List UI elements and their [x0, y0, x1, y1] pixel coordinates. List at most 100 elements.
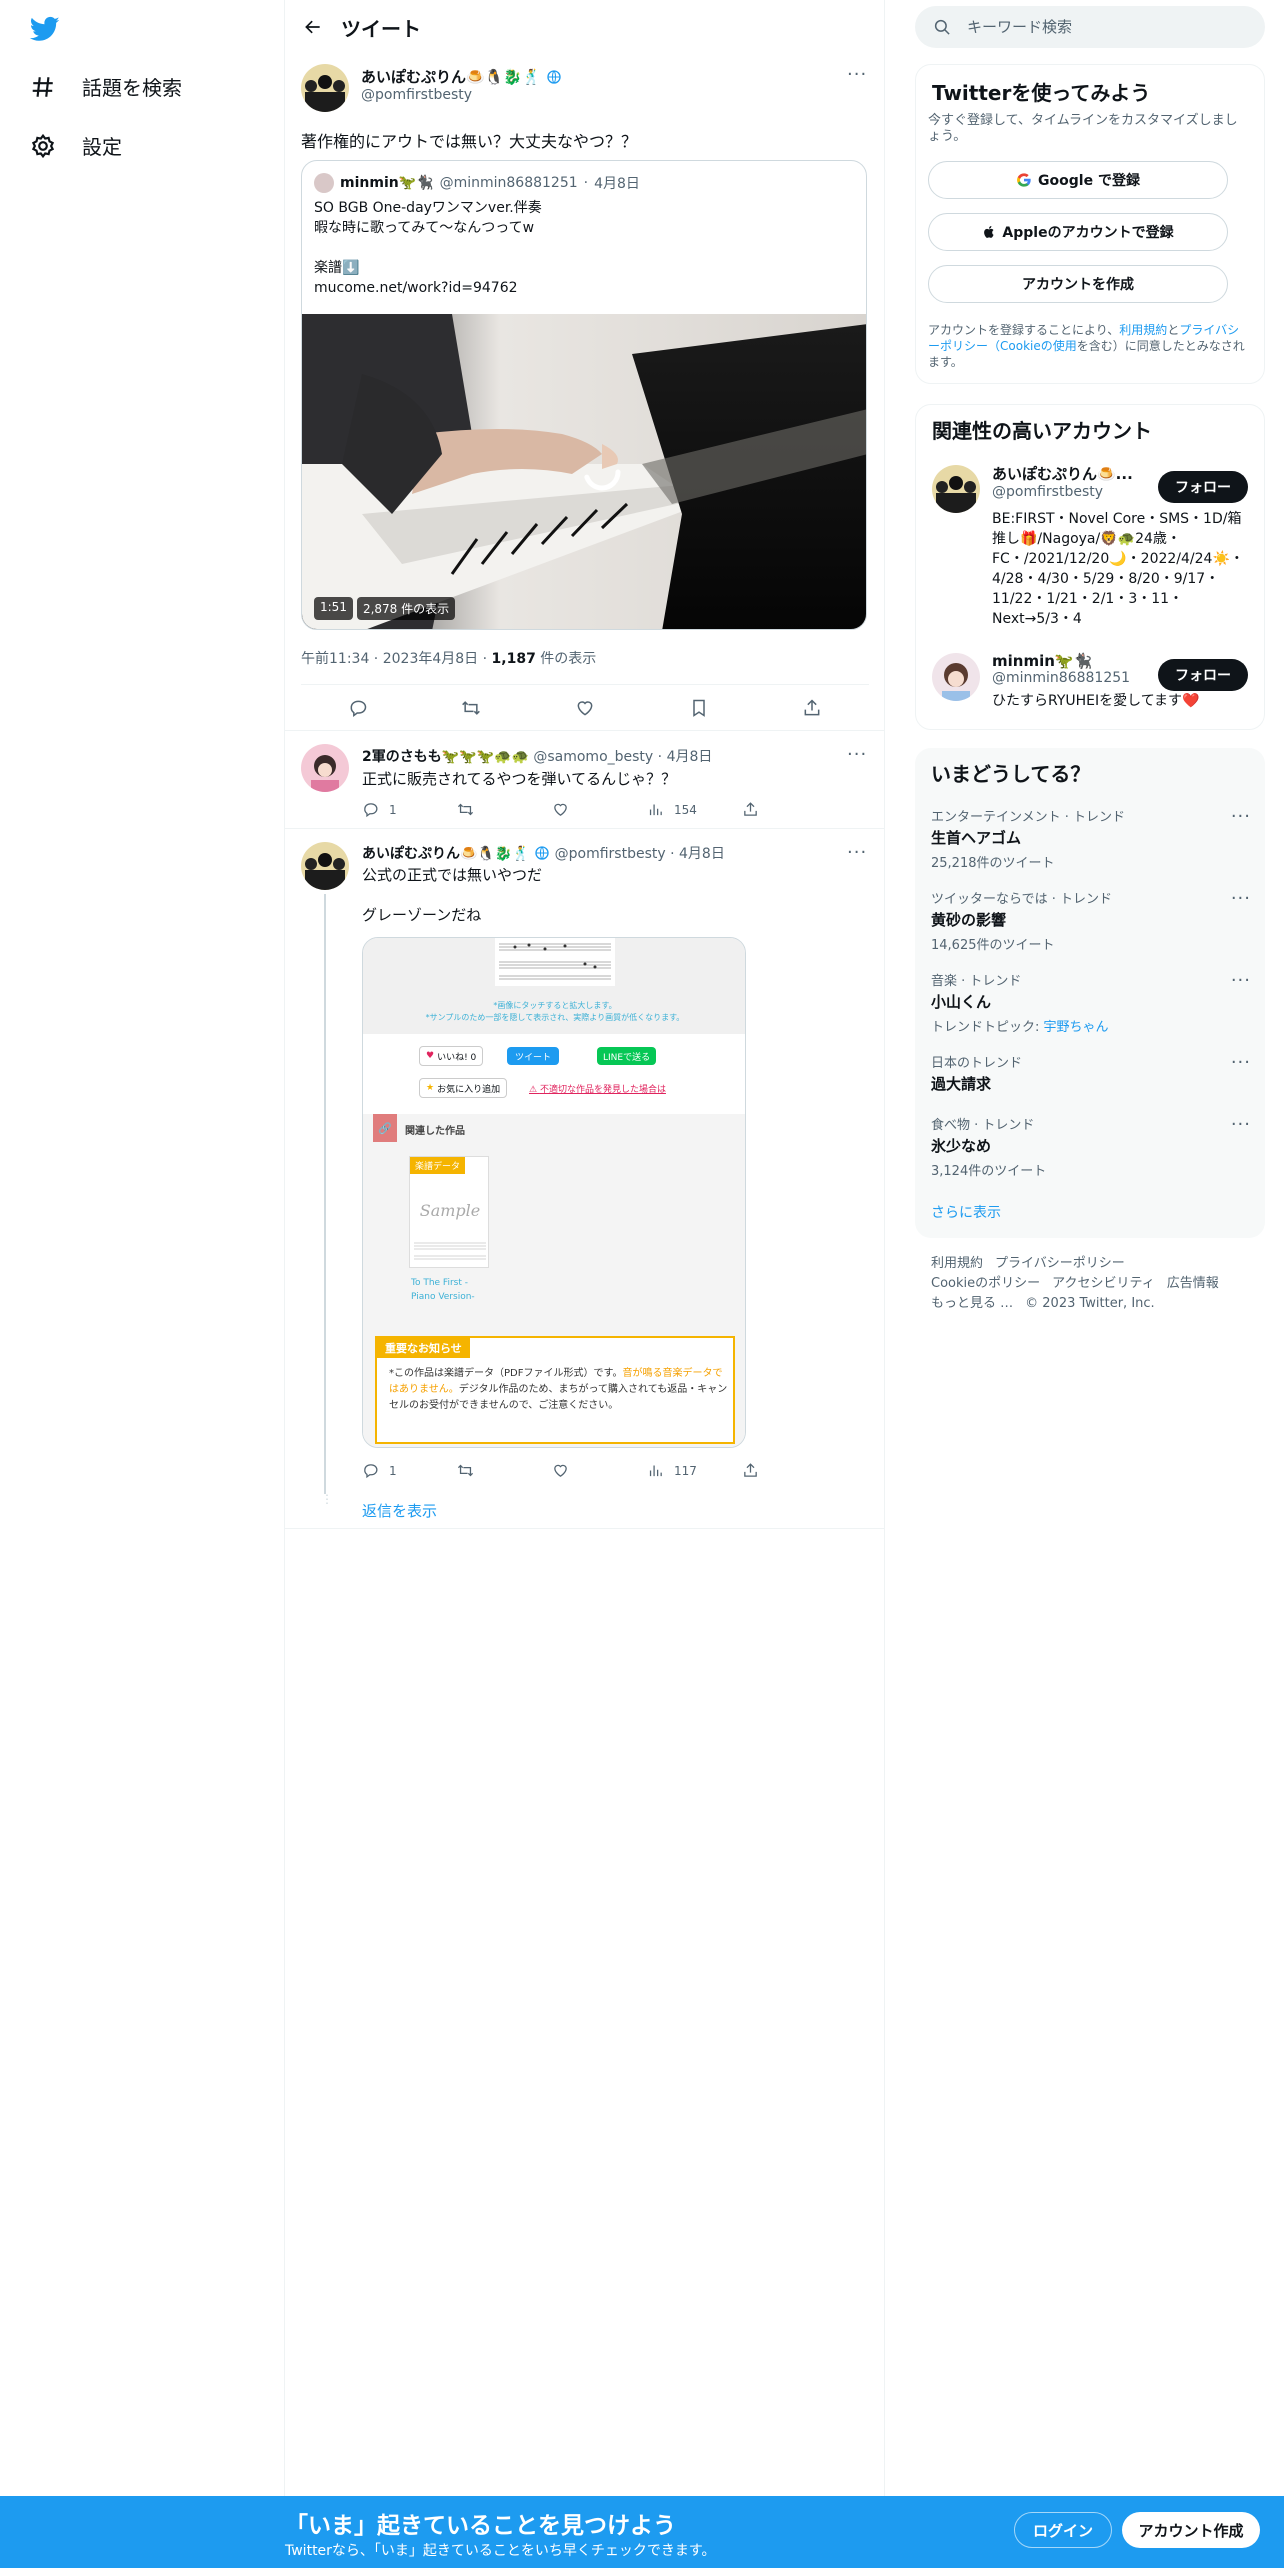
- reply-button[interactable]: 1: [362, 1462, 457, 1479]
- footer-copyright: © 2023 Twitter, Inc.: [1025, 1296, 1155, 1311]
- footer-cookie[interactable]: Cookieのポリシー: [931, 1276, 1040, 1291]
- quoted-line: [314, 238, 542, 258]
- reply-author-handle[interactable]: @samomo_besty: [533, 749, 653, 765]
- chart-bars-icon: [649, 1465, 662, 1477]
- quoted-tweet[interactable]: minmin🦖🐈‍⬛ @minmin86881251 · 4月8日 SO BGB…: [301, 160, 867, 630]
- views-button[interactable]: 154: [647, 801, 742, 818]
- show-replies-link[interactable]: 返信を表示: [362, 1500, 437, 1521]
- embed-like-button: ♥ いいね! 0: [419, 1046, 484, 1066]
- signup-button[interactable]: アカウント作成: [1122, 2512, 1260, 2548]
- video-badges: 1:51 2,878 件の表示: [314, 597, 456, 620]
- views-button[interactable]: 117: [647, 1462, 742, 1479]
- trend-item[interactable]: 音楽 · トレンド 小山くん トレンドトピック: 宇野ちゃん ···: [931, 970, 1251, 1035]
- reply-author-handle[interactable]: @pomfirstbesty: [555, 846, 666, 862]
- reply-button[interactable]: [340, 690, 376, 726]
- embed-line-button: LINEで送る: [597, 1047, 657, 1065]
- google-signup-button[interactable]: Google で登録: [928, 161, 1228, 199]
- author-name[interactable]: あいぽむぷりん🍮🐧🐉🕺: [361, 68, 541, 86]
- tweet-time[interactable]: 午前11:34: [301, 651, 369, 667]
- bookmark-icon: [692, 699, 705, 717]
- quoted-link[interactable]: mucome.net/work?id=94762: [314, 278, 542, 298]
- more-icon[interactable]: ···: [847, 64, 867, 85]
- tweet-text: 著作権的にアウトでは無い？大丈夫なやつ？？: [301, 132, 638, 151]
- share-button[interactable]: [794, 690, 830, 726]
- more-icon[interactable]: ···: [1231, 970, 1251, 991]
- apple-signup-button[interactable]: Appleのアカウントで登録: [928, 213, 1228, 251]
- tweet-date[interactable]: 2023年4月8日: [383, 651, 478, 667]
- avatar[interactable]: [301, 744, 349, 792]
- trend-item[interactable]: エンターテインメント · トレンド 生首ヘアゴム 25,218件のツイート ··…: [931, 806, 1251, 871]
- footer-more[interactable]: もっと見る …: [931, 1296, 1013, 1311]
- author-handle[interactable]: @pomfirstbesty: [361, 87, 562, 103]
- score-badge: 楽譜データ: [410, 1157, 466, 1174]
- search-bar[interactable]: [915, 6, 1265, 48]
- image-caption: *サンプルのため一部を隠して表示され、実際より画質が低くなります。: [425, 1013, 685, 1022]
- retweet-button[interactable]: [453, 690, 489, 726]
- trend-topic-label: トレンドトピック:: [931, 1020, 1040, 1035]
- more-icon[interactable]: ···: [1231, 806, 1251, 827]
- quoted-text: SO BGB One-dayワンマンver.伴奏 暇な時に歌ってみて〜なんつって…: [314, 198, 542, 298]
- hashtag-icon: [32, 76, 53, 97]
- retweet-icon: [457, 1464, 474, 1477]
- nav-settings[interactable]: 設定: [30, 131, 122, 160]
- reply-icon: [350, 700, 367, 717]
- nav-explore-label: 話題を検索: [82, 76, 182, 100]
- like-button[interactable]: [552, 1462, 647, 1479]
- create-account-button[interactable]: アカウントを作成: [928, 265, 1228, 303]
- score-preview-area: *画像にタッチすると拡大します。 *サンプルのため一部を隠して表示され、実際より…: [363, 938, 745, 1034]
- search-input[interactable]: [967, 18, 1227, 36]
- quoted-author-handle: @minmin86881251: [439, 175, 578, 191]
- divider: [285, 1528, 885, 1529]
- show-more-trends[interactable]: さらに表示: [931, 1202, 1001, 1222]
- trend-item[interactable]: ツイッターならでは · トレンド 黄砂の影響 14,625件のツイート ···: [931, 888, 1251, 953]
- footer-privacy[interactable]: プライバシーポリシー: [995, 1256, 1125, 1271]
- footer-accessibility[interactable]: アクセシビリティ: [1052, 1276, 1155, 1291]
- avatar[interactable]: [932, 465, 980, 513]
- login-button[interactable]: ログイン: [1014, 2512, 1112, 2548]
- trend-title: 過大請求: [931, 1075, 992, 1093]
- attached-image[interactable]: *画像にタッチすると拡大します。 *サンプルのため一部を隠して表示され、実際より…: [362, 937, 746, 1448]
- embed-fav-button: ★ お気に入り追加: [419, 1078, 508, 1098]
- more-icon[interactable]: ···: [847, 842, 867, 863]
- bookmark-button[interactable]: [681, 690, 717, 726]
- more-icon[interactable]: ···: [847, 744, 867, 765]
- reply-button[interactable]: 1: [362, 801, 457, 818]
- video-player[interactable]: 1:51 2,878 件の表示: [302, 314, 866, 629]
- related-account[interactable]: あいぽむぷりん🍮... @pomfirstbesty: [992, 463, 1142, 500]
- trend-item[interactable]: 食べ物 · トレンド 氷少なめ 3,124件のツイート ···: [931, 1114, 1251, 1179]
- google-icon: [1017, 173, 1031, 187]
- avatar: [314, 173, 334, 193]
- share-button[interactable]: [742, 1462, 837, 1479]
- share-button[interactable]: [742, 801, 837, 818]
- twitter-bird-icon[interactable]: [28, 14, 62, 44]
- more-icon[interactable]: ···: [1231, 1114, 1251, 1135]
- reply-date[interactable]: 4月8日: [679, 846, 725, 862]
- retweet-button[interactable]: [457, 1462, 552, 1479]
- like-button[interactable]: [567, 690, 603, 726]
- avatar[interactable]: [932, 653, 980, 701]
- more-icon[interactable]: ···: [1231, 1052, 1251, 1073]
- reply-author-name[interactable]: あいぽむぷりん🍮🐧🐉🕺: [362, 846, 530, 862]
- related-account[interactable]: minmin🦖🐈‍⬛ @minmin86881251: [992, 652, 1130, 686]
- trend-title: 氷少なめ: [931, 1137, 992, 1155]
- terms-link[interactable]: 利用規約: [1119, 323, 1167, 337]
- footer-terms[interactable]: 利用規約: [931, 1256, 983, 1271]
- nav-explore[interactable]: 話題を検索: [30, 72, 182, 101]
- reply-date[interactable]: 4月8日: [667, 749, 713, 765]
- back-button[interactable]: [285, 0, 341, 54]
- like-button[interactable]: [552, 801, 647, 818]
- author-block[interactable]: あいぽむぷりん🍮🐧🐉🕺 @pomfirstbesty: [361, 66, 562, 103]
- legal-text: アカウントを登録することにより、: [928, 323, 1120, 337]
- trend-item[interactable]: 日本のトレンド 過大請求 ···: [931, 1052, 1251, 1094]
- avatar[interactable]: [301, 64, 349, 112]
- footer-ads[interactable]: 広告情報: [1167, 1276, 1219, 1291]
- follow-button[interactable]: フォロー: [1158, 471, 1248, 503]
- reply-author-name[interactable]: 2軍のさもも🦖🦖🦖🐢🐢: [362, 749, 529, 765]
- trend-topic-link[interactable]: 宇野ちゃん: [1044, 1020, 1109, 1035]
- avatar[interactable]: [301, 842, 349, 890]
- more-icon[interactable]: ···: [1231, 888, 1251, 909]
- retweet-button[interactable]: [457, 801, 552, 818]
- follow-button[interactable]: フォロー: [1158, 659, 1248, 691]
- reply-actions: 1 154: [362, 801, 837, 818]
- trend-title: 黄砂の影響: [931, 911, 1007, 929]
